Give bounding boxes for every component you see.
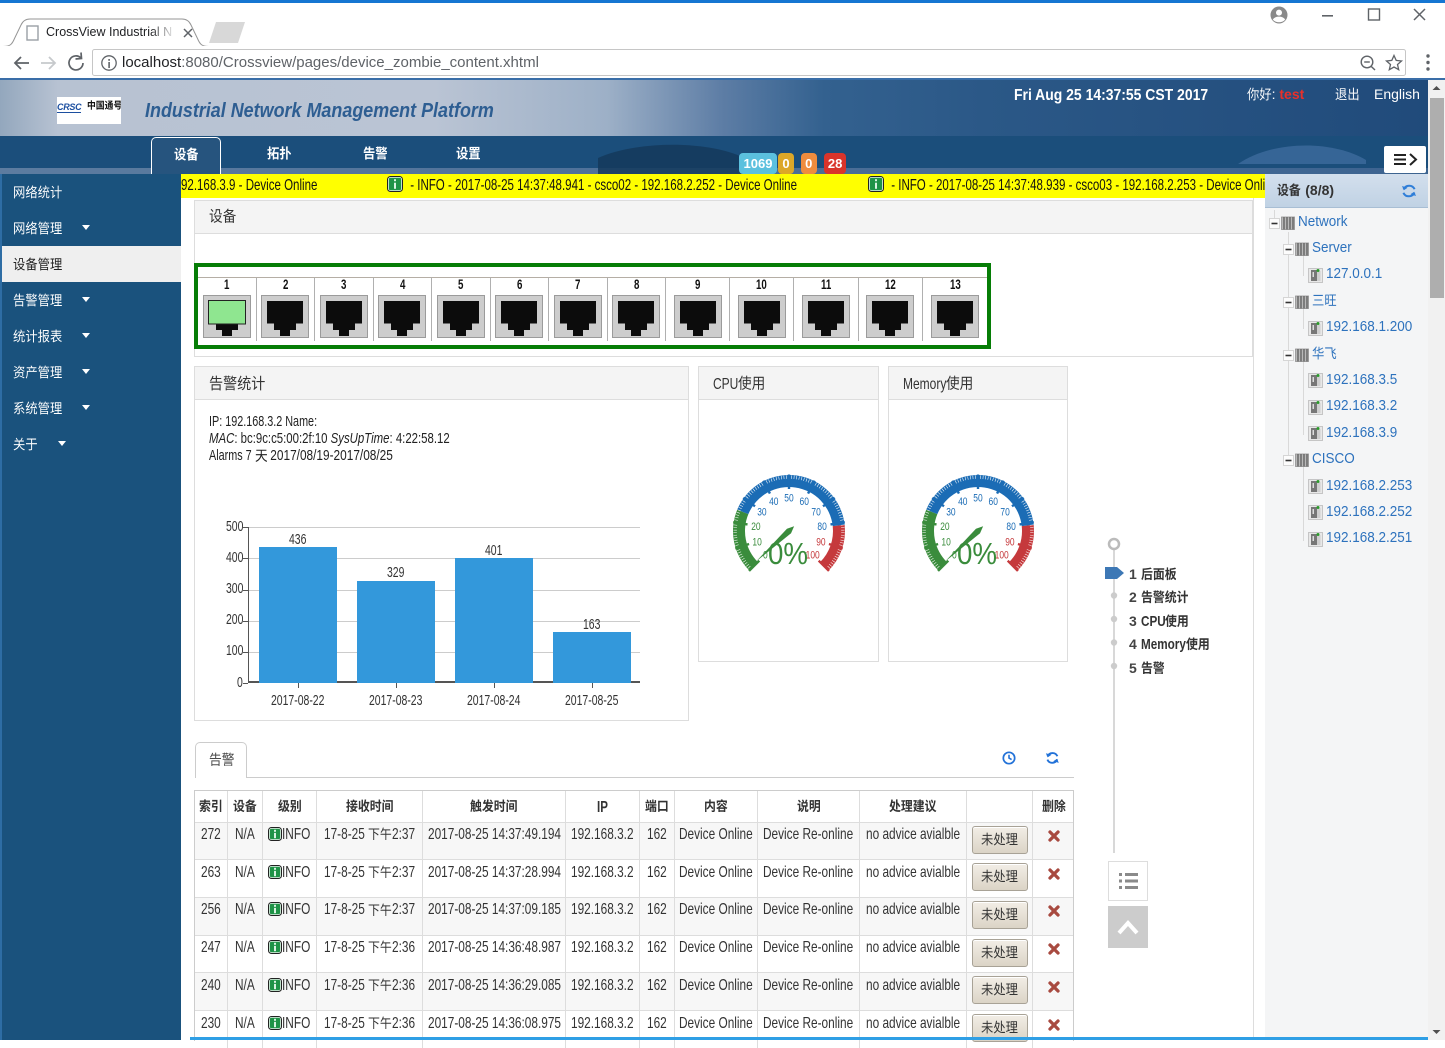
svg-text:0%: 0% — [957, 536, 997, 571]
svg-text:80: 80 — [1006, 521, 1015, 533]
svg-text:20: 20 — [751, 521, 760, 533]
svg-text:10: 10 — [941, 536, 950, 548]
svg-text:40: 40 — [769, 496, 778, 508]
svg-text:10: 10 — [752, 536, 761, 548]
svg-text:70: 70 — [811, 506, 820, 518]
svg-text:30: 30 — [757, 506, 766, 518]
svg-text:90: 90 — [816, 536, 825, 548]
svg-text:20: 20 — [940, 521, 949, 533]
svg-text:30: 30 — [946, 506, 955, 518]
svg-text:70: 70 — [1000, 506, 1009, 518]
svg-text:0%: 0% — [768, 536, 808, 571]
svg-text:80: 80 — [817, 521, 826, 533]
svg-text:50: 50 — [784, 493, 793, 505]
svg-text:60: 60 — [989, 496, 998, 508]
svg-text:90: 90 — [1005, 536, 1014, 548]
svg-text:40: 40 — [958, 496, 967, 508]
svg-text:50: 50 — [973, 493, 982, 505]
svg-text:60: 60 — [799, 496, 808, 508]
